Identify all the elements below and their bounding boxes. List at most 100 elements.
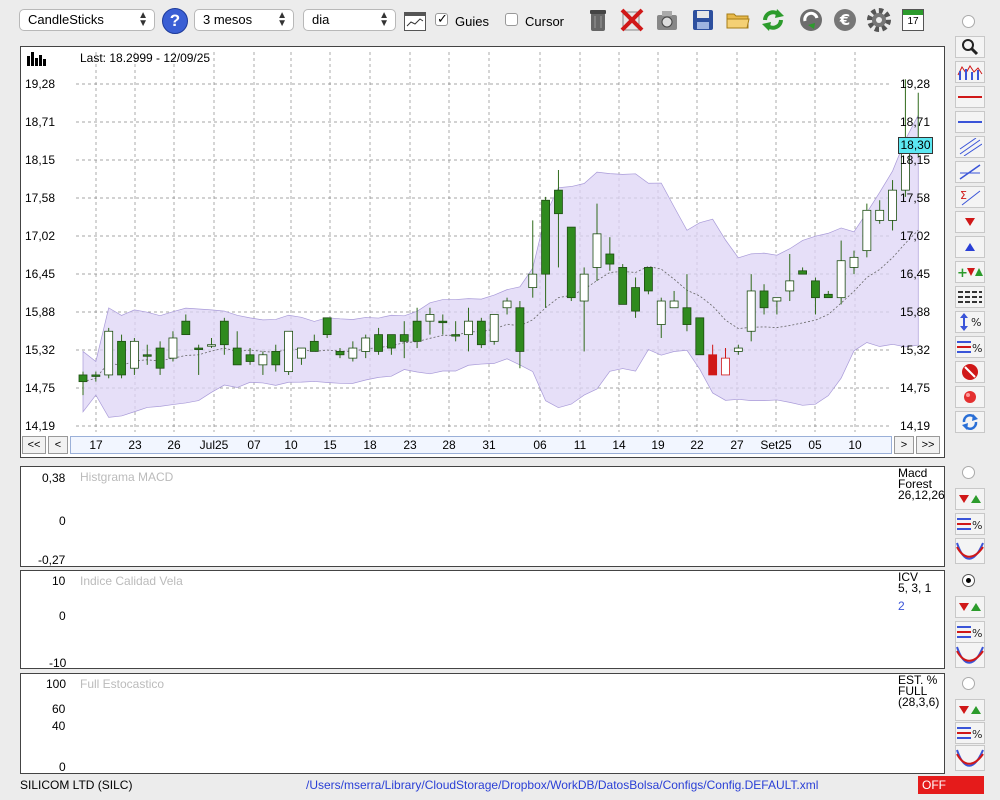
candle-body bbox=[438, 320, 448, 324]
percent-range-icon: % bbox=[960, 313, 981, 331]
candle-body bbox=[142, 354, 152, 357]
icv-percent-button[interactable]: % bbox=[955, 621, 985, 643]
trendline-tool-button[interactable] bbox=[955, 161, 985, 183]
macd-signals-button[interactable] bbox=[955, 488, 985, 510]
sigma-icon: Σ bbox=[960, 189, 981, 206]
nav-prev-button[interactable]: < bbox=[48, 436, 68, 454]
macd-y-tick: 0,38 bbox=[42, 471, 66, 485]
x-axis-date-label: 23 bbox=[128, 438, 142, 452]
x-axis-date-label: 18 bbox=[363, 438, 377, 452]
icv-y-tick: -10 bbox=[49, 656, 67, 670]
candle-body bbox=[849, 256, 859, 268]
y-axis-tick-right: 17,02 bbox=[900, 229, 931, 243]
macd-y-tick: -0,27 bbox=[38, 553, 66, 567]
candle-body bbox=[386, 334, 396, 349]
macd-curve-button[interactable] bbox=[955, 538, 985, 564]
x-axis-date-label: 07 bbox=[247, 438, 261, 452]
x-axis-date-label: 27 bbox=[730, 438, 744, 452]
record-icon bbox=[964, 391, 976, 403]
percent-lines-icon: % bbox=[957, 518, 982, 532]
macd-y-tick: 0 bbox=[59, 514, 66, 528]
stoch-curve-button[interactable] bbox=[955, 745, 985, 771]
signals-button[interactable]: + bbox=[955, 261, 985, 283]
nav-first-button[interactable]: << bbox=[22, 436, 46, 454]
percent-lines-icon: % bbox=[957, 341, 982, 355]
candle-body bbox=[91, 374, 101, 377]
candle-body bbox=[669, 300, 679, 309]
candle-body bbox=[322, 317, 332, 336]
candle-body bbox=[579, 273, 589, 302]
candle-body bbox=[644, 267, 653, 292]
x-axis-date-label: Jul25 bbox=[199, 438, 229, 452]
icv-signals-button[interactable] bbox=[955, 596, 985, 618]
icv-y-tick: 0 bbox=[59, 609, 66, 623]
candle-body bbox=[541, 199, 550, 275]
percent-lines-button[interactable]: % bbox=[955, 336, 985, 358]
red-hline-button[interactable] bbox=[955, 86, 985, 108]
candle-body bbox=[631, 287, 640, 312]
candle-body bbox=[168, 337, 178, 359]
down-arrow-button[interactable] bbox=[955, 211, 985, 233]
y-axis-tick-left: 18,15 bbox=[25, 153, 56, 167]
sync-button[interactable] bbox=[955, 411, 985, 433]
zoom-tool-button[interactable] bbox=[955, 36, 985, 58]
candle-body bbox=[129, 340, 139, 369]
x-axis-date-label: 22 bbox=[690, 438, 704, 452]
candle-body bbox=[759, 290, 769, 309]
lines-button[interactable] bbox=[955, 286, 985, 308]
y-axis-tick-left: 15,88 bbox=[25, 305, 56, 319]
candle-body bbox=[476, 320, 486, 346]
y-axis-tick-right: 14,19 bbox=[900, 419, 931, 433]
x-axis-date-label: 26 bbox=[167, 438, 181, 452]
percent-lines-icon: % bbox=[957, 727, 982, 741]
x-axis-date-label: 23 bbox=[403, 438, 417, 452]
candle-body bbox=[554, 189, 563, 215]
blue-hline-button[interactable] bbox=[955, 111, 985, 133]
candle-body bbox=[502, 300, 512, 309]
stoch-radio[interactable] bbox=[962, 677, 975, 690]
volume-bars-icon[interactable] bbox=[27, 52, 47, 66]
candle-body bbox=[181, 320, 191, 336]
fibonacci-tool-button[interactable]: Σ bbox=[955, 186, 985, 208]
candle-body bbox=[721, 357, 730, 376]
svg-text:Σ: Σ bbox=[960, 189, 967, 202]
candle-body bbox=[258, 354, 268, 366]
symbol-label: SILICOM LTD (SILC) bbox=[20, 778, 133, 792]
x-axis-date-label: 19 bbox=[651, 438, 665, 452]
candle-body bbox=[194, 347, 204, 350]
candle-body bbox=[605, 253, 615, 265]
candle-body bbox=[862, 209, 872, 252]
macd-radio[interactable] bbox=[962, 466, 975, 479]
stoch-signals-button[interactable] bbox=[955, 699, 985, 721]
stoch-y-tick: 40 bbox=[52, 719, 66, 733]
up-arrow-button[interactable] bbox=[955, 236, 985, 258]
icv-value: 2 bbox=[898, 599, 905, 613]
nav-last-button[interactable]: >> bbox=[916, 436, 940, 454]
stop-button[interactable] bbox=[955, 361, 985, 383]
candle-body bbox=[888, 189, 897, 221]
stoch-y-tick: 60 bbox=[52, 702, 66, 716]
stoch-percent-button[interactable]: % bbox=[955, 722, 985, 744]
bollinger-band bbox=[82, 115, 919, 418]
icv-curve-button[interactable] bbox=[955, 642, 985, 668]
y-axis-tick-right: 15,88 bbox=[900, 305, 931, 319]
channel-tool-button[interactable] bbox=[955, 136, 985, 158]
macd-percent-button[interactable]: % bbox=[955, 513, 985, 535]
candle-body bbox=[708, 354, 718, 376]
icv-radio[interactable] bbox=[962, 574, 975, 587]
nav-next-button[interactable]: > bbox=[894, 436, 914, 454]
bars-tool-button[interactable] bbox=[955, 61, 985, 83]
percent-range-button[interactable]: % bbox=[955, 311, 985, 333]
config-path-link[interactable]: /Users/mserra/Library/CloudStorage/Dropb… bbox=[306, 778, 818, 792]
status-off-badge[interactable]: OFF bbox=[918, 776, 984, 794]
dashed-lines-icon bbox=[958, 291, 982, 303]
candle-body bbox=[451, 334, 461, 337]
svg-text:%: % bbox=[972, 519, 982, 532]
last-price-label: Last: 18.2999 - 12/09/25 bbox=[80, 51, 211, 65]
x-axis-date-label: 15 bbox=[323, 438, 337, 452]
macd-label: 26,12,26 bbox=[898, 488, 945, 502]
x-axis-date-label: 11 bbox=[573, 438, 587, 452]
record-button[interactable] bbox=[955, 386, 985, 408]
candle-body bbox=[811, 280, 820, 299]
candle-body bbox=[117, 340, 126, 376]
